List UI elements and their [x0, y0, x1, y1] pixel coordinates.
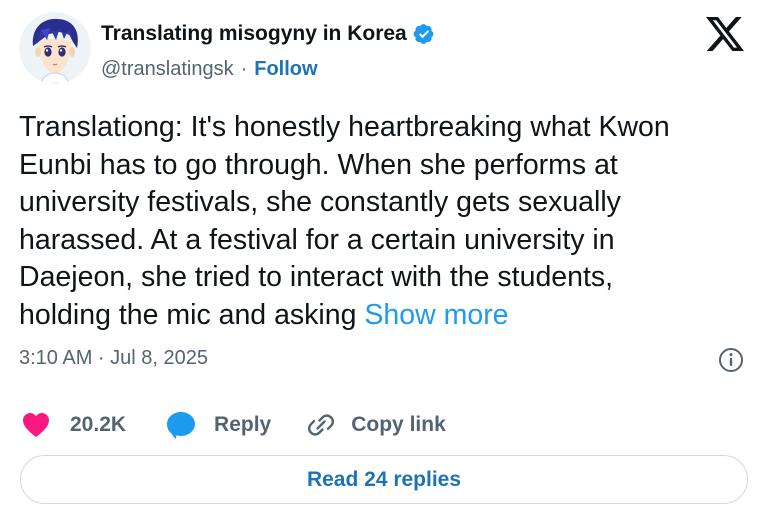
follow-button[interactable]: Follow: [254, 58, 317, 81]
tweet-text-line: holding the mic and asking: [19, 298, 357, 331]
tweet-timestamp[interactable]: 3:10 AM · Jul 8, 2025: [19, 347, 208, 370]
embedded-tweet-card: Translating misogyny in Korea @translati…: [0, 0, 766, 521]
tweet-actions: 20.2K Reply Copy link: [22, 408, 446, 442]
like-button[interactable]: 20.2K: [22, 412, 126, 438]
copy-link-button[interactable]: Copy link: [307, 411, 446, 439]
author-name-row: Translating misogyny in Korea: [101, 20, 435, 48]
link-icon: [308, 414, 335, 436]
tweet-text-line: Daejeon, she tried to interact with the …: [19, 261, 614, 293]
author-avatar[interactable]: [19, 12, 91, 84]
reply-button[interactable]: Reply: [166, 411, 271, 439]
info-icon[interactable]: [718, 347, 744, 373]
author-display-name[interactable]: Translating misogyny in Korea: [101, 22, 407, 46]
tweet-text: Translationg: It's honestly heartbreakin…: [19, 109, 747, 334]
tweet-text-last-line: holding the mic and asking Show more: [19, 297, 747, 335]
author-handle-row: @translatingsk · Follow: [101, 55, 318, 83]
read-replies-button[interactable]: Read 24 replies: [20, 455, 748, 504]
tweet-text-line: Translationg: It's honestly heartbreakin…: [19, 111, 670, 143]
show-more-link[interactable]: Show more: [364, 299, 508, 331]
heart-icon: [23, 413, 49, 437]
tweet-text-line: Eunbi has to go through. When she perfor…: [19, 148, 618, 181]
tweet-text-line: university festivals, she constantly get…: [19, 186, 621, 218]
like-count: 20.2K: [70, 413, 127, 436]
author-handle[interactable]: @translatingsk: [101, 58, 234, 81]
speech-bubble-icon: [167, 412, 196, 439]
verified-badge-icon: [413, 24, 434, 44]
copy-link-label: Copy link: [351, 413, 446, 436]
reply-label: Reply: [214, 413, 272, 436]
separator-dot: ·: [240, 57, 248, 80]
x-logo-icon[interactable]: [706, 17, 744, 51]
tweet-text-line: harassed. At a festival for a certain un…: [19, 223, 615, 256]
anime-avatar-icon: [19, 12, 91, 84]
